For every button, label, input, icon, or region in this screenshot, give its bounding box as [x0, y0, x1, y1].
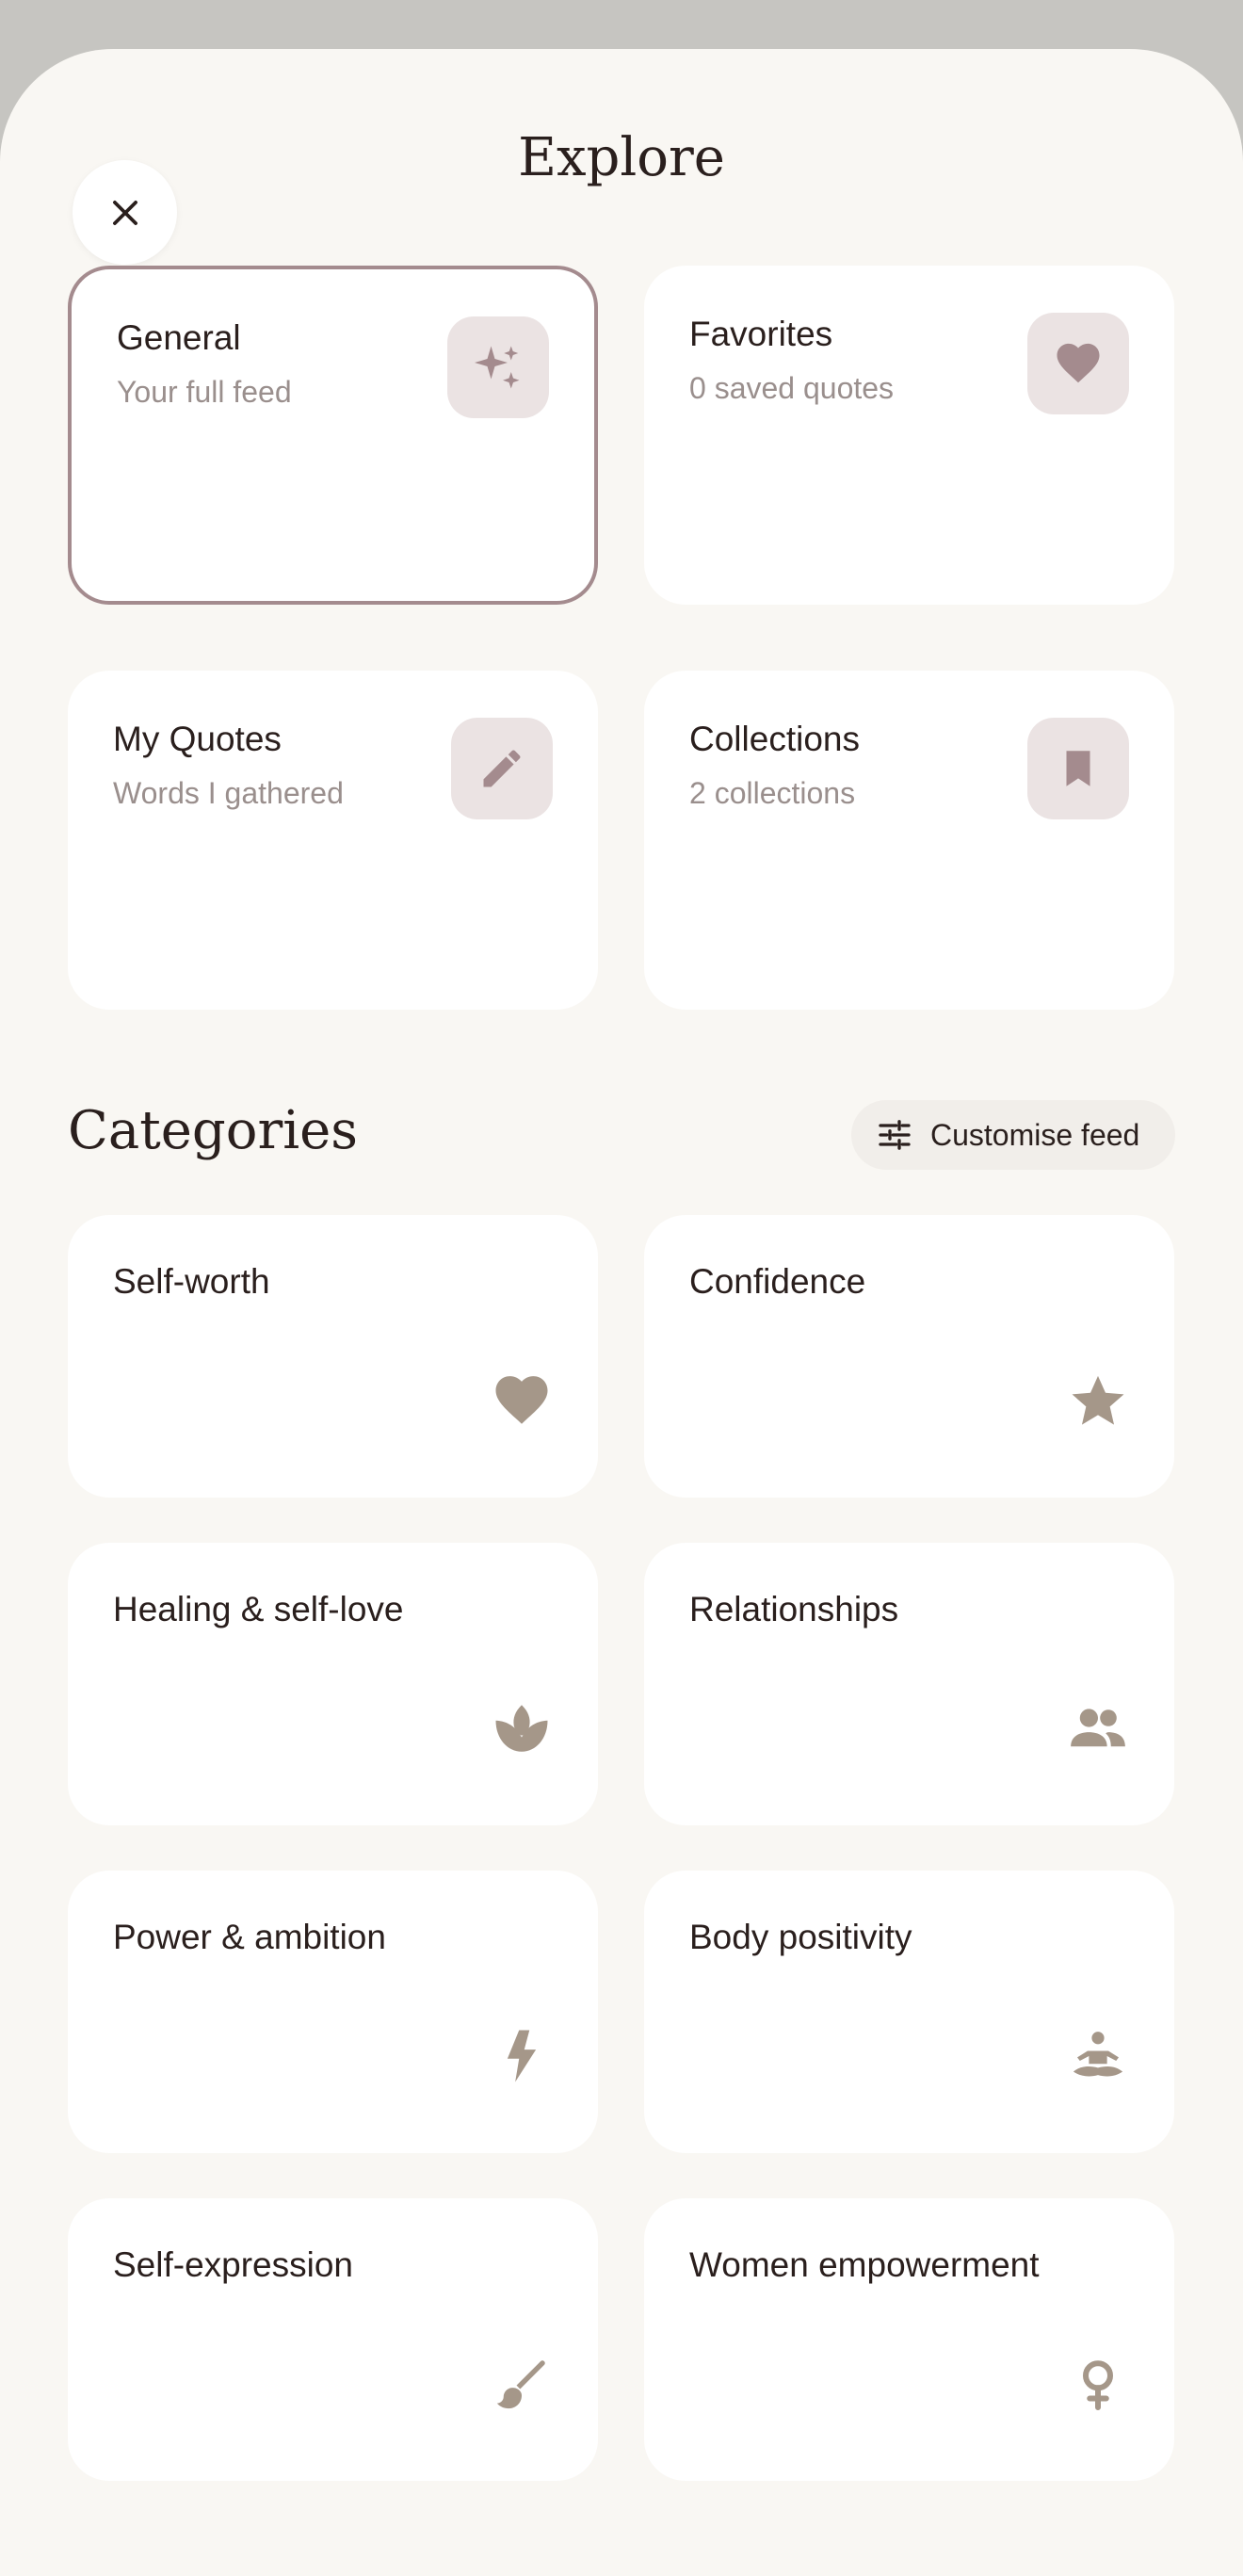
category-icon-wrap — [491, 1697, 553, 1759]
category-label: Women empowerment — [689, 2245, 1040, 2284]
sliders-icon — [879, 1120, 911, 1150]
feed-card-subtitle: Words I gathered — [113, 776, 344, 810]
feed-card-title: My Quotes — [113, 720, 282, 758]
feed-card-title: Collections — [689, 720, 860, 758]
brush-icon — [496, 2360, 545, 2409]
categories-heading: Categories — [68, 1100, 358, 1161]
feed-card-icon-badge — [1027, 718, 1129, 819]
feed-card-favorites[interactable]: Favorites 0 saved quotes — [644, 266, 1174, 605]
close-icon — [112, 200, 137, 225]
category-card-confidence[interactable]: Confidence — [644, 1215, 1174, 1498]
heart-icon — [495, 1376, 548, 1424]
people-icon — [1071, 1709, 1125, 1747]
feed-card-icon-badge — [447, 316, 549, 418]
category-label: Self-worth — [113, 1262, 270, 1301]
lotus-icon — [495, 1705, 548, 1752]
category-icon-wrap — [1067, 2353, 1129, 2415]
category-icon-wrap — [1067, 2025, 1129, 2087]
category-card-healing[interactable]: Healing & self-love — [68, 1543, 598, 1825]
category-icon-wrap — [1067, 1369, 1129, 1432]
category-card-relationships[interactable]: Relationships — [644, 1543, 1174, 1825]
category-card-body-positivity[interactable]: Body positivity — [644, 1871, 1174, 2153]
category-card-self-expression[interactable]: Self-expression — [68, 2198, 598, 2481]
feed-card-subtitle: 2 collections — [689, 776, 856, 810]
pencil-icon — [483, 750, 521, 787]
feed-card-my-quotes[interactable]: My Quotes Words I gathered — [68, 671, 598, 1010]
category-label: Healing & self-love — [113, 1590, 404, 1628]
page-title: Explore — [518, 127, 725, 188]
female-symbol-icon — [1083, 2360, 1113, 2410]
category-card-self-worth[interactable]: Self-worth — [68, 1215, 598, 1498]
category-label: Self-expression — [113, 2245, 354, 2284]
feed-card-collections[interactable]: Collections 2 collections — [644, 671, 1174, 1010]
category-label: Power & ambition — [113, 1918, 386, 1956]
category-icon-wrap — [491, 1369, 553, 1432]
category-label: Body positivity — [689, 1918, 912, 1956]
category-label: Relationships — [689, 1590, 899, 1628]
category-label: Confidence — [689, 1262, 866, 1301]
lightning-icon — [507, 2030, 537, 2082]
category-icon-wrap — [491, 2025, 553, 2087]
feed-card-icon-badge — [1027, 313, 1129, 414]
meditation-icon — [1073, 2032, 1123, 2077]
sparkle-icon — [475, 346, 520, 389]
star-icon — [1072, 1375, 1124, 1425]
category-card-women-empowerment[interactable]: Women empowerment — [644, 2198, 1174, 2481]
feed-card-title: Favorites — [689, 315, 833, 353]
category-card-power-ambition[interactable]: Power & ambition — [68, 1871, 598, 2153]
customise-feed-button[interactable]: Customise feed — [851, 1100, 1175, 1170]
heart-icon — [1057, 343, 1100, 383]
feed-card-subtitle: 0 saved quotes — [689, 371, 895, 405]
feed-card-title: General — [117, 318, 241, 357]
feed-card-general[interactable]: General Your full feed — [68, 266, 598, 605]
category-icon-wrap — [491, 2353, 553, 2415]
bookmark-icon — [1066, 751, 1090, 786]
category-icon-wrap — [1067, 1697, 1129, 1759]
customise-feed-label: Customise feed — [930, 1117, 1140, 1152]
feed-card-subtitle: Your full feed — [117, 375, 292, 409]
feed-card-icon-badge — [451, 718, 553, 819]
